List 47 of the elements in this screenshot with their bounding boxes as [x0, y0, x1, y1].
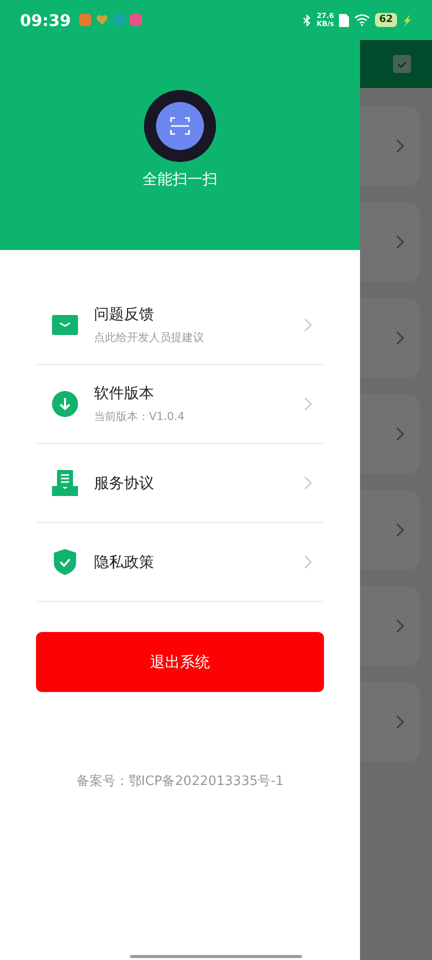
menu-item[interactable]: 问题反馈 点此给开发人员提建议: [36, 286, 324, 365]
list-card[interactable]: [360, 202, 420, 282]
menu-title: 问题反馈: [94, 305, 155, 324]
battery-level: 62: [375, 13, 397, 27]
notification-icon: [112, 14, 125, 26]
app-title: 全能扫一扫: [142, 170, 218, 189]
icp-record-text: 备案号：鄂ICP备2022013335号-1: [75, 773, 285, 790]
notification-icon: [78, 14, 91, 26]
bluetooth-icon: [302, 14, 312, 26]
list-card[interactable]: [360, 586, 420, 666]
clock-time: 09:39: [20, 10, 71, 30]
list-card[interactable]: [360, 394, 420, 474]
list-card[interactable]: [360, 298, 420, 378]
list-card[interactable]: [360, 682, 420, 762]
charging-icon: [402, 14, 412, 26]
list-card[interactable]: [360, 106, 420, 186]
heart-icon: [96, 14, 108, 26]
menu-title: 隐私政策: [94, 552, 155, 572]
menu-title: 服务协议: [94, 474, 155, 492]
mail-icon: [52, 312, 78, 338]
chevron-icon: [396, 139, 404, 153]
chevron-icon: [304, 318, 312, 332]
wifi-icon: [354, 14, 370, 26]
notification-icon: [130, 14, 142, 26]
chevron-icon: [396, 235, 404, 249]
list-card[interactable]: [360, 490, 420, 570]
checkbox-icon[interactable]: [393, 55, 411, 73]
chevron-icon: [396, 331, 404, 345]
menu-item[interactable]: 服务协议: [36, 444, 324, 523]
chevron-icon: [304, 397, 312, 411]
chevron-icon: [396, 427, 404, 441]
menu-item[interactable]: 隐私政策: [36, 523, 324, 602]
chevron-icon: [396, 619, 404, 633]
chevron-icon: [304, 476, 312, 490]
scan-icon: [156, 102, 204, 150]
sim-icon: [339, 14, 350, 26]
menu-title: 软件版本: [94, 384, 155, 403]
menu-subtitle: 点此给开发人员提建议: [94, 330, 205, 345]
shield-check-icon: [52, 549, 78, 575]
document-tray-icon: [52, 470, 78, 496]
chevron-icon: [304, 555, 312, 569]
menu-subtitle: 当前版本：V1.0.4: [94, 409, 186, 424]
menu-item[interactable]: 软件版本 当前版本：V1.0.4: [36, 365, 324, 444]
chevron-icon: [396, 715, 404, 729]
download-icon: [52, 391, 78, 417]
logout-button[interactable]: 退出系统: [36, 632, 324, 692]
chevron-icon: [396, 523, 404, 537]
